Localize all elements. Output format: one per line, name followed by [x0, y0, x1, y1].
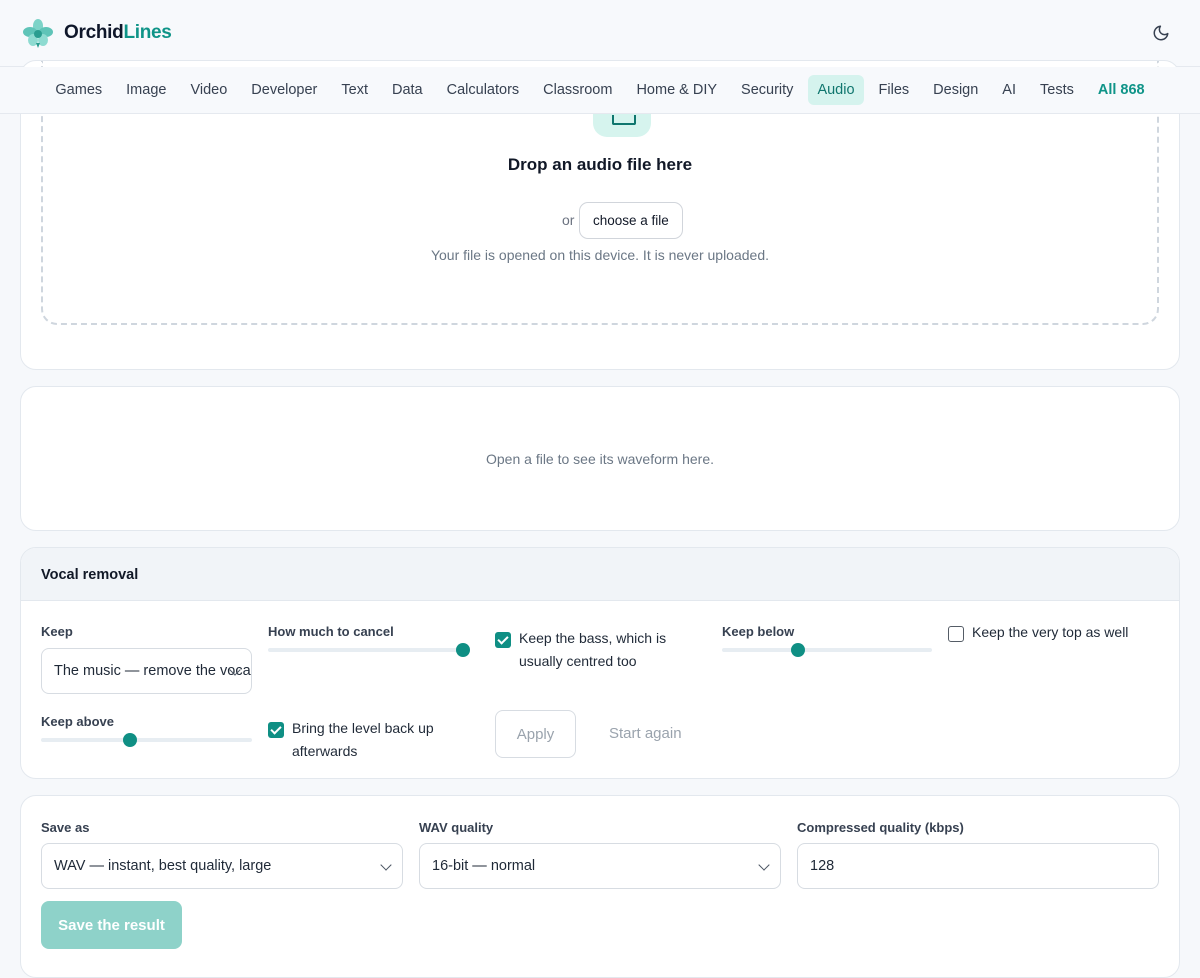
chevron-down-icon: [380, 859, 392, 871]
keep-top-label: Keep the very top as well: [972, 624, 1129, 640]
nav-item-audio[interactable]: Audio: [808, 75, 864, 105]
wav-quality-select[interactable]: 16-bit — normal: [419, 843, 781, 889]
nav-item-image[interactable]: Image: [117, 75, 175, 105]
slider-thumb[interactable]: [456, 643, 470, 657]
start-again-button[interactable]: Start again: [609, 725, 682, 742]
checkbox-checked-icon[interactable]: [495, 632, 511, 648]
nav-item-design[interactable]: Design: [924, 75, 987, 105]
upload-icon: [593, 111, 651, 137]
keep-below-label: Keep below: [722, 624, 795, 639]
slider-track: [41, 738, 252, 742]
waveform-card: Open a file to see its waveform here.: [20, 386, 1180, 531]
cancel-amount-label: How much to cancel: [268, 624, 394, 639]
brand-name-part2: Lines: [123, 22, 172, 43]
vocal-removal-card: Vocal removal Keep The music — remove th…: [20, 547, 1180, 779]
wav-quality-value: 16-bit — normal: [432, 858, 536, 874]
keep-above-label: Keep above: [41, 714, 114, 729]
save-result-button[interactable]: Save the result: [41, 901, 182, 949]
save-as-label: Save as: [41, 820, 90, 835]
dropzone-title: Drop an audio file here: [507, 155, 693, 174]
keep-label: Keep: [41, 624, 73, 639]
keep-bass-label: Keep the bass, which is usually centred …: [519, 630, 667, 669]
category-nav: Games Image Video Developer Text Data Ca…: [0, 67, 1200, 114]
slider-track: [722, 648, 932, 652]
slider-thumb[interactable]: [790, 643, 805, 657]
orchid-logo-icon: [23, 19, 53, 48]
cancel-amount-slider[interactable]: [268, 642, 470, 658]
save-format-select[interactable]: WAV — instant, best quality, large: [41, 843, 403, 889]
checkbox-checked-icon[interactable]: [268, 722, 284, 738]
save-format-value: WAV — instant, best quality, large: [54, 858, 272, 874]
nav-item-security[interactable]: Security: [732, 75, 802, 105]
keep-above-slider[interactable]: [41, 732, 252, 748]
level-back-checkbox[interactable]: Bring the level back up afterwards: [268, 720, 468, 763]
keep-select-value: The music — remove the vocals: [54, 663, 252, 679]
nav-item-text[interactable]: Text: [332, 75, 377, 105]
top-bar: OrchidLines: [0, 0, 1200, 67]
keep-select[interactable]: The music — remove the vocals: [41, 648, 252, 694]
nav-item-tests[interactable]: Tests: [1031, 75, 1083, 105]
vocal-removal-title: Vocal removal: [21, 548, 1179, 601]
save-card: Save as WAV — instant, best quality, lar…: [20, 795, 1180, 978]
brand-name: OrchidLines: [64, 22, 172, 44]
keep-bass-checkbox[interactable]: Keep the bass, which is usually centred …: [495, 630, 695, 673]
nav-item-files[interactable]: Files: [870, 75, 919, 105]
level-back-label: Bring the level back up afterwards: [292, 720, 434, 759]
nav-item-home-diy[interactable]: Home & DIY: [627, 75, 726, 105]
bitrate-input[interactable]: 128: [797, 843, 1159, 889]
keep-top-checkbox[interactable]: Keep the very top as well: [948, 624, 1168, 644]
nav-item-data[interactable]: Data: [383, 75, 432, 105]
choose-file-button[interactable]: choose a file: [579, 202, 683, 239]
theme-toggle-button[interactable]: [1150, 22, 1172, 44]
bitrate-value: 128: [810, 858, 835, 874]
slider-thumb[interactable]: [122, 733, 137, 747]
moon-icon: [1153, 25, 1169, 41]
keep-below-slider[interactable]: [722, 642, 932, 658]
nav-item-all[interactable]: All 868: [1089, 75, 1154, 105]
dropzone-or-text: or: [562, 212, 575, 228]
privacy-note: Your file is opened on this device. It i…: [430, 247, 770, 263]
bitrate-label: Compressed quality (kbps): [797, 820, 964, 835]
nav-item-classroom[interactable]: Classroom: [534, 75, 621, 105]
brand-name-part1: Orchid: [64, 22, 124, 43]
checkbox-unchecked-icon[interactable]: [948, 626, 964, 642]
nav-item-video[interactable]: Video: [181, 75, 236, 105]
slider-track: [268, 648, 470, 652]
apply-button[interactable]: Apply: [495, 710, 576, 758]
nav-item-games[interactable]: Games: [46, 75, 111, 105]
waveform-empty-message: Open a file to see its waveform here.: [486, 451, 714, 467]
nav-item-developer[interactable]: Developer: [242, 75, 326, 105]
nav-item-calculators[interactable]: Calculators: [438, 75, 529, 105]
wav-quality-label: WAV quality: [419, 820, 494, 835]
nav-item-ai[interactable]: AI: [993, 75, 1025, 105]
chevron-down-icon: [758, 859, 770, 871]
logo[interactable]: OrchidLines: [22, 17, 172, 49]
